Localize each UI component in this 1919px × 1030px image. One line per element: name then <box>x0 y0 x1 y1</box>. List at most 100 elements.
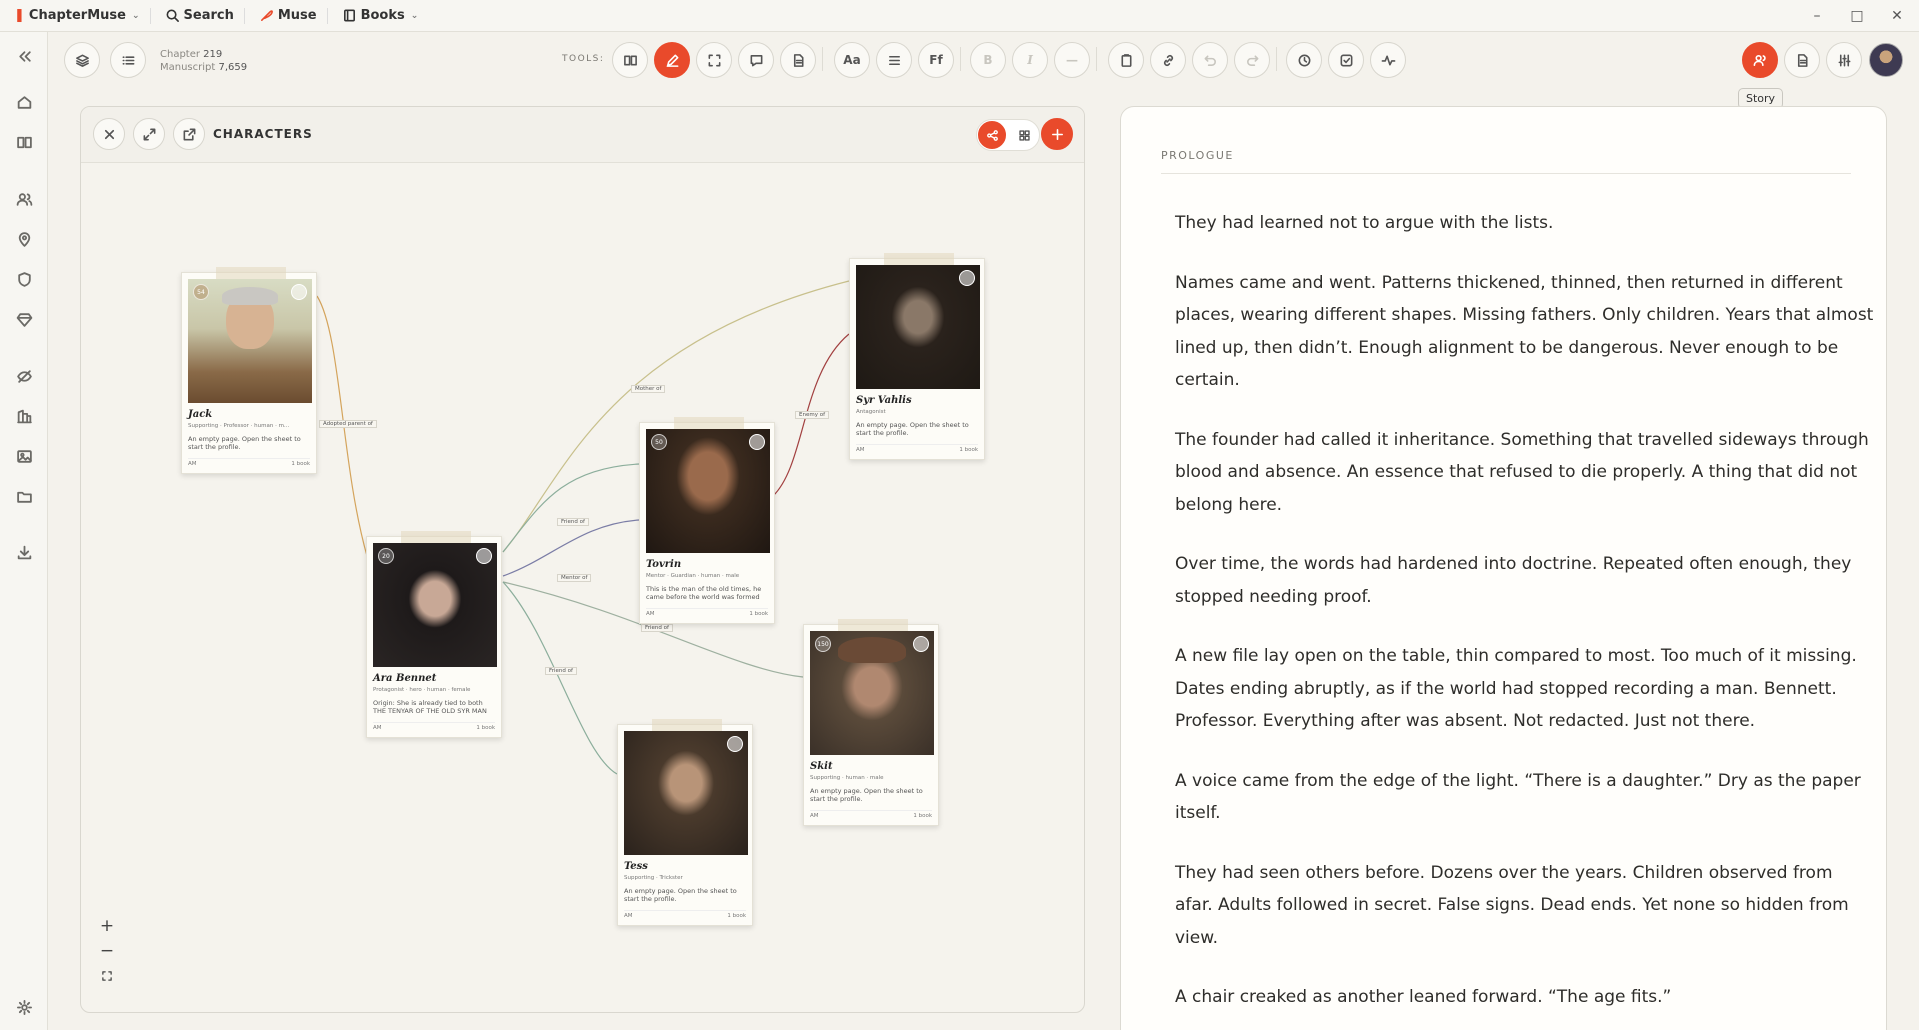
character-card[interactable]: 50 Tovrin Mentor · Guardian · human · ma… <box>639 417 775 624</box>
rail-settings-button[interactable] <box>12 995 36 1019</box>
graph-view-button[interactable] <box>978 121 1006 149</box>
character-card[interactable]: 20 Ara Bennet Protagonist · hero · human… <box>366 531 502 738</box>
write-mode-button[interactable] <box>654 42 690 78</box>
rail-images-button[interactable] <box>12 444 36 468</box>
layers-icon <box>75 54 89 67</box>
toolbar-divider <box>822 47 823 71</box>
character-portrait <box>856 265 980 389</box>
checklist-button[interactable] <box>1328 42 1364 78</box>
expand-panel-button[interactable] <box>133 118 165 150</box>
collapse-rail-button[interactable] <box>12 44 36 68</box>
favorite-toggle[interactable] <box>959 270 975 286</box>
story-button[interactable] <box>1742 42 1778 78</box>
font-family-button[interactable]: Ff <box>918 42 954 78</box>
clipboard-button[interactable] <box>1108 42 1144 78</box>
close-button[interactable]: ✕ <box>1875 0 1919 32</box>
rail-export-button[interactable] <box>12 540 36 564</box>
favorite-toggle[interactable] <box>727 736 743 752</box>
favorite-toggle[interactable] <box>913 636 929 652</box>
rail-files-button[interactable] <box>12 484 36 508</box>
undo-icon <box>1204 54 1216 66</box>
muse-menu-label: Muse <box>277 8 317 23</box>
rail-locations-button[interactable] <box>12 227 36 251</box>
link-button[interactable] <box>1150 42 1186 78</box>
edge-label: Friend of <box>545 667 577 675</box>
card-footer: AM 1 book <box>188 458 310 467</box>
users-icon <box>16 192 32 206</box>
search-menu[interactable]: Search <box>165 8 234 23</box>
activity-button[interactable] <box>1370 42 1406 78</box>
card-footer: AM 1 book <box>646 608 768 617</box>
manuscript-text[interactable]: They had learned not to argue with the l… <box>1175 207 1875 1030</box>
strikethrough-button[interactable]: — <box>1054 42 1090 78</box>
comments-button[interactable] <box>738 42 774 78</box>
user-avatar[interactable] <box>1869 43 1903 77</box>
favorite-toggle[interactable] <box>749 434 765 450</box>
zoom-out-button[interactable]: − <box>95 939 119 963</box>
manuscript-panel: PROLOGUE They had learned not to argue w… <box>1120 106 1887 1030</box>
character-card[interactable]: 150 Skit Supporting · human · male An em… <box>803 619 939 826</box>
italic-button[interactable]: I <box>1012 42 1048 78</box>
undo-button[interactable] <box>1192 42 1228 78</box>
book-count: 1 book <box>727 913 746 919</box>
maximize-button[interactable]: □ <box>1835 0 1879 32</box>
zoom-in-button[interactable]: + <box>95 914 119 938</box>
character-tags: Supporting · Trickster <box>624 875 683 881</box>
favorite-toggle[interactable] <box>476 548 492 564</box>
map-pin-icon <box>18 231 30 247</box>
card-footer: AM 1 book <box>624 910 746 919</box>
font-size-button[interactable]: Aa <box>834 42 870 78</box>
paragraph: Over time, the words had hardened into d… <box>1175 554 1852 607</box>
rail-library-button[interactable] <box>12 130 36 154</box>
edge-label: Enemy of <box>795 411 830 419</box>
read-mode-button[interactable] <box>612 42 648 78</box>
app-menu[interactable]: ❚ ChapterMuse ⌄ <box>14 8 140 23</box>
card-footer-left: AM <box>188 461 197 467</box>
share-nodes-icon <box>986 129 998 141</box>
rail-characters-button[interactable] <box>12 187 36 211</box>
fit-view-button[interactable] <box>95 964 119 988</box>
home-icon <box>17 95 31 109</box>
relationship-graph[interactable]: Adopted parent of Mother of Enemy of Fri… <box>81 164 1084 1012</box>
grid-view-button[interactable] <box>1010 121 1038 149</box>
link-icon <box>1163 54 1173 66</box>
character-card[interactable]: Tess Supporting · Trickster An empty pag… <box>617 719 753 926</box>
redo-button[interactable] <box>1234 42 1270 78</box>
book-count: 1 book <box>913 813 932 819</box>
chapter-number: 219 <box>203 49 223 60</box>
character-tags: Supporting · Professor · human · m… <box>188 423 290 429</box>
tools-label: TOOLS: <box>562 54 605 64</box>
books-menu[interactable]: Books ⌄ <box>342 8 418 23</box>
outline-button[interactable] <box>110 42 146 78</box>
settings-sliders-button[interactable] <box>1826 42 1862 78</box>
paragraph: A new file lay open on the table, thin c… <box>1175 646 1857 731</box>
bold-button[interactable]: B <box>970 42 1006 78</box>
favorite-toggle[interactable] <box>291 284 307 300</box>
focus-mode-button[interactable] <box>696 42 732 78</box>
popout-panel-button[interactable] <box>173 118 205 150</box>
history-button[interactable] <box>1286 42 1322 78</box>
paragraph: Names came and went. Patterns thickened,… <box>1175 272 1874 391</box>
minimize-button[interactable]: – <box>1795 0 1839 32</box>
section-label: PROLOGUE <box>1161 149 1234 162</box>
character-description: An empty page. Open the sheet to start t… <box>856 421 969 437</box>
rail-lore-button[interactable] <box>12 364 36 388</box>
alignment-button[interactable] <box>876 42 912 78</box>
character-card[interactable]: Syr Vahlis Antagonist An empty page. Ope… <box>849 253 985 460</box>
font-family-label: Ff <box>929 53 943 67</box>
checkbox-icon <box>1340 54 1352 66</box>
activity-icon <box>1381 54 1395 66</box>
add-character-button[interactable] <box>1041 118 1073 150</box>
rail-items-button[interactable] <box>12 307 36 331</box>
rail-factions-button[interactable] <box>12 267 36 291</box>
close-panel-button[interactable] <box>93 118 125 150</box>
rail-timeline-button[interactable] <box>12 404 36 428</box>
expand-icon <box>143 128 155 140</box>
notes-button[interactable] <box>780 42 816 78</box>
manuscript-button[interactable] <box>1784 42 1820 78</box>
muse-menu[interactable]: Muse <box>259 8 317 23</box>
layers-button[interactable] <box>64 42 100 78</box>
character-card[interactable]: 54 Jack Supporting · Professor · human ·… <box>181 267 317 474</box>
age-badge: 50 <box>651 434 667 450</box>
rail-home-button[interactable] <box>12 90 36 114</box>
